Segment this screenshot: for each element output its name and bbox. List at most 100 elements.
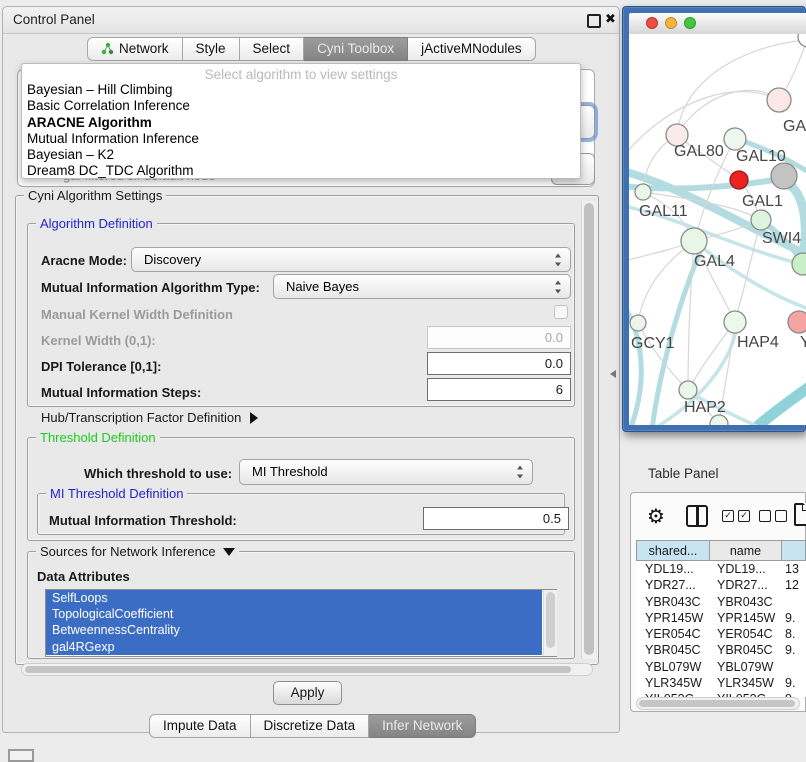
tab-select[interactable]: Select <box>240 37 305 61</box>
network-graph: GALGAL80GAL10GAL11GAL1SWI4GAL4GCY1HAP4YH… <box>629 34 806 425</box>
table-body[interactable]: YDL19...YDL19...13YDR27...YDR27...12YBR0… <box>636 561 806 697</box>
mi-steps-field[interactable]: 6 <box>427 378 571 401</box>
network-canvas[interactable]: GALGAL80GAL10GAL11GAL1SWI4GAL4GCY1HAP4YH… <box>629 34 806 425</box>
table-row[interactable]: YBR045CYBR045C9. <box>636 642 806 658</box>
settings-hscrollbar-thumb[interactable] <box>25 666 571 673</box>
algorithm-dropdown-placeholder: Select algorithm to view settings <box>22 64 580 82</box>
apply-button[interactable]: Apply <box>273 681 342 705</box>
data-attribute-item[interactable]: SelfLoops <box>46 590 542 606</box>
network-node[interactable] <box>788 311 806 333</box>
table-cell: YBL079W <box>636 659 710 675</box>
network-node-label: SWI4 <box>762 230 801 247</box>
data-attribute-item[interactable]: BetweennessCentrality <box>46 622 542 638</box>
network-node[interactable] <box>679 381 697 399</box>
export-table-icon[interactable] <box>794 503 806 526</box>
network-edge <box>750 385 806 425</box>
algorithm-option[interactable]: Dream8 DC_TDC Algorithm <box>22 163 580 179</box>
table-cell: YPR145W <box>636 610 710 626</box>
algorithm-definition-title: Algorithm Definition <box>36 216 157 231</box>
network-node[interactable] <box>635 184 651 200</box>
column-header-shared-name[interactable]: shared... <box>636 540 710 561</box>
which-threshold-combo[interactable]: MI Threshold <box>239 459 533 485</box>
control-panel-titlebar[interactable]: Control Panel ✖ <box>3 7 619 34</box>
algorithm-option[interactable]: ARACNE Algorithm <box>22 115 580 131</box>
table-row[interactable]: YPR145WYPR145W9. <box>636 610 806 626</box>
minimize-traffic-light[interactable] <box>665 17 677 29</box>
tab-network[interactable]: Network <box>87 37 183 61</box>
dpi-tolerance-label: DPI Tolerance [0,1]: <box>41 359 161 374</box>
aracne-mode-value: Discovery <box>144 252 201 267</box>
table-cell: 9. <box>782 642 806 658</box>
table-cell <box>782 594 806 610</box>
tab-discretize-data[interactable]: Discretize Data <box>251 714 370 738</box>
network-node[interactable] <box>724 311 746 333</box>
tab-impute-data[interactable]: Impute Data <box>149 714 251 738</box>
minimized-panel-icon[interactable] <box>8 749 34 762</box>
mi-algorithm-type-combo[interactable]: Naive Bayes <box>273 274 571 299</box>
network-node[interactable] <box>767 88 791 112</box>
float-window-icon[interactable] <box>587 14 601 28</box>
tab-infer-network[interactable]: Infer Network <box>369 714 476 738</box>
algorithm-option[interactable]: Basic Correlation Inference <box>22 98 580 114</box>
column-header-clipped[interactable] <box>782 540 806 561</box>
table-hscrollbar-track[interactable] <box>636 697 800 710</box>
tab-discretize-data-label: Discretize Data <box>264 718 356 733</box>
hub-definition-expander[interactable]: Hub/Transcription Factor Definition <box>41 410 258 425</box>
panel-splitter-arrow[interactable] <box>610 370 616 378</box>
tab-jactivemnodules[interactable]: jActiveMNodules <box>408 37 536 61</box>
table-row[interactable]: YBR043CYBR043C <box>636 594 806 610</box>
mi-steps-label: Mutual Information Steps: <box>41 385 201 400</box>
algorithm-option[interactable]: Bayesian – K2 <box>22 147 580 163</box>
table-row[interactable]: YDR27...YDR27...12 <box>636 577 806 593</box>
dpi-tolerance-field[interactable]: 0.0 <box>427 352 571 375</box>
network-node[interactable] <box>630 315 646 331</box>
data-attribute-item[interactable]: gal4RGexp <box>46 639 542 655</box>
data-attributes-list[interactable]: SelfLoopsTopologicalCoefficientBetweenne… <box>45 589 557 657</box>
settings-scrollbar-thumb[interactable] <box>584 203 594 655</box>
manual-kernel-width-checkbox[interactable] <box>554 305 568 319</box>
deselect-all-checks-icon[interactable] <box>759 510 787 522</box>
control-panel-title: Control Panel <box>13 12 95 27</box>
network-node[interactable] <box>771 163 797 189</box>
table-cell: YDR27... <box>636 577 710 593</box>
attributes-scrollbar-track[interactable] <box>543 590 557 656</box>
table-hscrollbar-thumb[interactable] <box>639 700 795 707</box>
network-icon <box>101 42 114 55</box>
gear-icon[interactable]: ⚙ <box>647 504 665 529</box>
attributes-scrollbar-thumb[interactable] <box>546 592 555 648</box>
table-row[interactable]: YER054CYER054C8. <box>636 626 806 642</box>
table-row[interactable]: YLR345WYLR345W9. <box>636 675 806 691</box>
network-node[interactable] <box>681 228 707 254</box>
table-row[interactable]: YBL079WYBL079W <box>636 659 806 675</box>
table-cell: 8. <box>782 626 806 642</box>
tab-style[interactable]: Style <box>183 37 240 61</box>
data-attribute-item[interactable]: TopologicalCoefficient <box>46 606 542 622</box>
settings-scrollbar-track[interactable] <box>581 201 596 659</box>
settings-hscrollbar-track[interactable] <box>21 663 593 676</box>
network-node[interactable] <box>792 253 806 275</box>
zoom-traffic-light[interactable] <box>684 17 696 29</box>
network-window-titlebar[interactable] <box>629 13 806 35</box>
network-node[interactable] <box>724 128 746 150</box>
sources-title-row[interactable]: Sources for Network Inference <box>36 544 239 559</box>
kernel-width-field[interactable]: 0.0 <box>427 326 571 349</box>
algorithm-option[interactable]: Mutual Information Inference <box>22 131 580 147</box>
tab-cyni-toolbox[interactable]: Cyni Toolbox <box>304 37 408 61</box>
network-node[interactable] <box>798 34 806 47</box>
network-node-label: GAL10 <box>736 148 786 165</box>
column-header-name[interactable]: name <box>710 540 782 561</box>
aracne-mode-combo[interactable]: Discovery <box>131 247 571 272</box>
network-node[interactable] <box>730 171 748 189</box>
network-node[interactable] <box>751 210 771 230</box>
checked-box-icon: ✓ <box>722 510 734 522</box>
kernel-width-label: Kernel Width (0,1): <box>41 333 156 348</box>
select-all-checks-icon[interactable]: ✓ ✓ <box>722 510 750 522</box>
mi-threshold-definition-title: MI Threshold Definition <box>46 486 187 501</box>
column-layout-icon[interactable] <box>686 505 708 527</box>
mi-threshold-field[interactable]: 0.5 <box>423 507 569 530</box>
close-icon[interactable]: ✖ <box>605 11 616 27</box>
algorithm-option[interactable]: Bayesian – Hill Climbing <box>22 82 580 98</box>
table-cell: YER054C <box>636 626 710 642</box>
table-row[interactable]: YDL19...YDL19...13 <box>636 561 806 577</box>
close-traffic-light[interactable] <box>646 17 658 29</box>
